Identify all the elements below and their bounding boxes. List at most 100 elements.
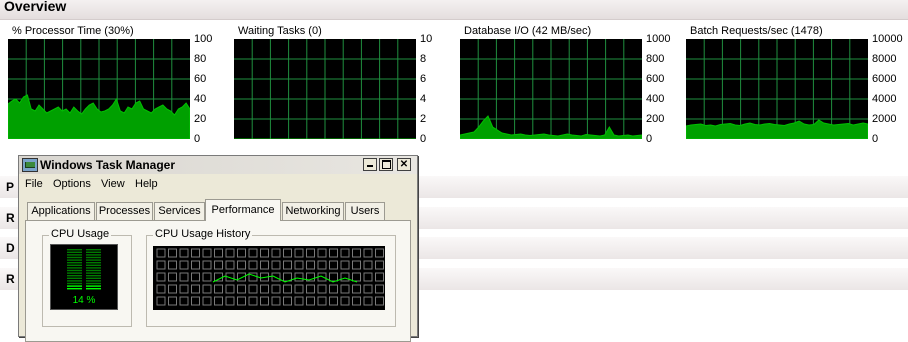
meter-segment	[67, 280, 82, 282]
maximize-button[interactable]	[379, 158, 393, 171]
history-grid-cell	[283, 284, 292, 294]
minimize-icon	[367, 165, 373, 167]
meter-segment	[86, 275, 101, 277]
history-grid-cell	[156, 272, 166, 282]
cpu-history-label: CPU Usage History	[153, 228, 253, 240]
history-grid-cell	[156, 260, 166, 270]
history-grid-cell	[191, 296, 200, 306]
history-grid-cell	[168, 260, 177, 270]
history-grid-cell	[248, 248, 258, 258]
meter-segment	[86, 262, 101, 264]
tab-processes[interactable]: Processes	[96, 202, 153, 220]
history-grid-cell	[283, 260, 292, 270]
meter-segment	[86, 272, 101, 274]
maximize-icon	[381, 160, 391, 169]
y-tick-label: 600	[646, 73, 665, 85]
meter-segment	[67, 282, 82, 285]
meter-segment	[67, 259, 82, 261]
history-grid-cell	[214, 260, 223, 270]
history-grid-cell	[306, 296, 315, 306]
graph-title: % Processor Time (30%)	[12, 25, 134, 37]
y-tick-label: 6	[420, 73, 427, 85]
history-grid-cell	[340, 272, 350, 282]
batch-requests-graph: Batch Requests/sec (1478) 10000 8000 6000 4…	[686, 25, 908, 145]
history-grid-cell	[179, 248, 189, 258]
history-grid-cell	[306, 248, 315, 258]
history-grid-cell	[271, 296, 281, 306]
history-grid-cell	[329, 272, 338, 282]
y-tick-label: 2	[420, 113, 427, 125]
history-grid-cell	[294, 260, 304, 270]
y-tick-label: 100	[194, 33, 213, 45]
history-grid-cell	[306, 260, 315, 270]
y-tick-label: 400	[646, 93, 665, 105]
tab-applications[interactable]: Applications	[27, 202, 95, 220]
cpu-usage-group: CPU Usage 14 %	[42, 228, 132, 327]
history-grid-cell	[168, 284, 177, 294]
history-grid-cell	[179, 296, 189, 306]
minimize-button[interactable]	[363, 158, 377, 171]
history-grid-cell	[168, 272, 177, 282]
menu-help[interactable]: Help	[135, 178, 158, 190]
menu-view[interactable]: View	[101, 178, 125, 190]
close-button[interactable]: ✕	[397, 158, 411, 171]
tab-services[interactable]: Services	[154, 202, 205, 220]
meter-segment	[67, 262, 82, 264]
history-grid-cell	[202, 296, 212, 306]
history-grid-cell	[191, 248, 200, 258]
close-icon: ✕	[399, 159, 409, 170]
history-grid-cell	[283, 296, 292, 306]
history-grid-cell	[260, 296, 269, 306]
graph-title: Waiting Tasks (0)	[238, 25, 322, 37]
history-grid-cell	[237, 272, 246, 282]
task-manager-window[interactable]: Windows Task Manager ✕ File Options View…	[18, 155, 418, 342]
graph-plot	[8, 39, 190, 139]
tab-users[interactable]: Users	[345, 202, 385, 220]
history-grid-cell	[271, 284, 281, 294]
history-grid-cell	[237, 296, 246, 306]
y-axis: 10000 8000 6000 4000 2000 0	[872, 33, 908, 145]
graph-plot	[460, 39, 642, 139]
history-grid-cell	[214, 296, 223, 306]
menu-file[interactable]: File	[25, 178, 43, 190]
window-title: Windows Task Manager	[40, 158, 176, 172]
y-tick-label: 0	[194, 133, 201, 145]
history-grid-cell	[294, 272, 304, 282]
meter-segment	[67, 251, 82, 253]
history-grid-cell	[225, 296, 235, 306]
menu-options[interactable]: Options	[53, 178, 91, 190]
title-bar[interactable]: Windows Task Manager ✕	[19, 156, 417, 174]
y-tick-label: 80	[194, 53, 207, 65]
cpu-usage-percent: 14 %	[72, 295, 96, 306]
history-grid-cell	[329, 284, 338, 294]
history-grid-cell	[352, 272, 361, 282]
meter-segment	[86, 267, 101, 269]
overview-header[interactable]: Overview	[0, 0, 908, 20]
history-grid-cell	[168, 248, 177, 258]
history-grid-cell	[156, 248, 166, 258]
history-grid-cell	[214, 284, 223, 294]
history-grid-cell	[168, 296, 177, 306]
history-grid-cell	[248, 296, 258, 306]
history-grid-cell	[329, 248, 338, 258]
history-grid-cell	[260, 260, 269, 270]
y-tick-label: 60	[194, 73, 207, 85]
history-grid-cell	[179, 284, 189, 294]
history-grid-cell	[225, 284, 235, 294]
tab-performance[interactable]: Performance	[205, 199, 281, 221]
y-tick-label: 0	[420, 133, 427, 145]
cpu-history-graph	[153, 246, 385, 310]
history-grid-cell	[329, 296, 338, 306]
cpu-history-chart	[156, 248, 384, 306]
history-grid-cell	[352, 284, 361, 294]
tab-networking[interactable]: Networking	[282, 202, 344, 220]
y-tick-label: 8	[420, 53, 427, 65]
history-grid-cell	[283, 248, 292, 258]
history-grid-cell	[225, 260, 235, 270]
waiting-tasks-chart	[234, 39, 416, 139]
history-grid-cell	[225, 248, 235, 258]
y-tick-label: 4000	[872, 93, 897, 105]
history-grid-cell	[237, 260, 246, 270]
history-grid-cell	[340, 284, 350, 294]
meter-segment	[86, 256, 101, 259]
